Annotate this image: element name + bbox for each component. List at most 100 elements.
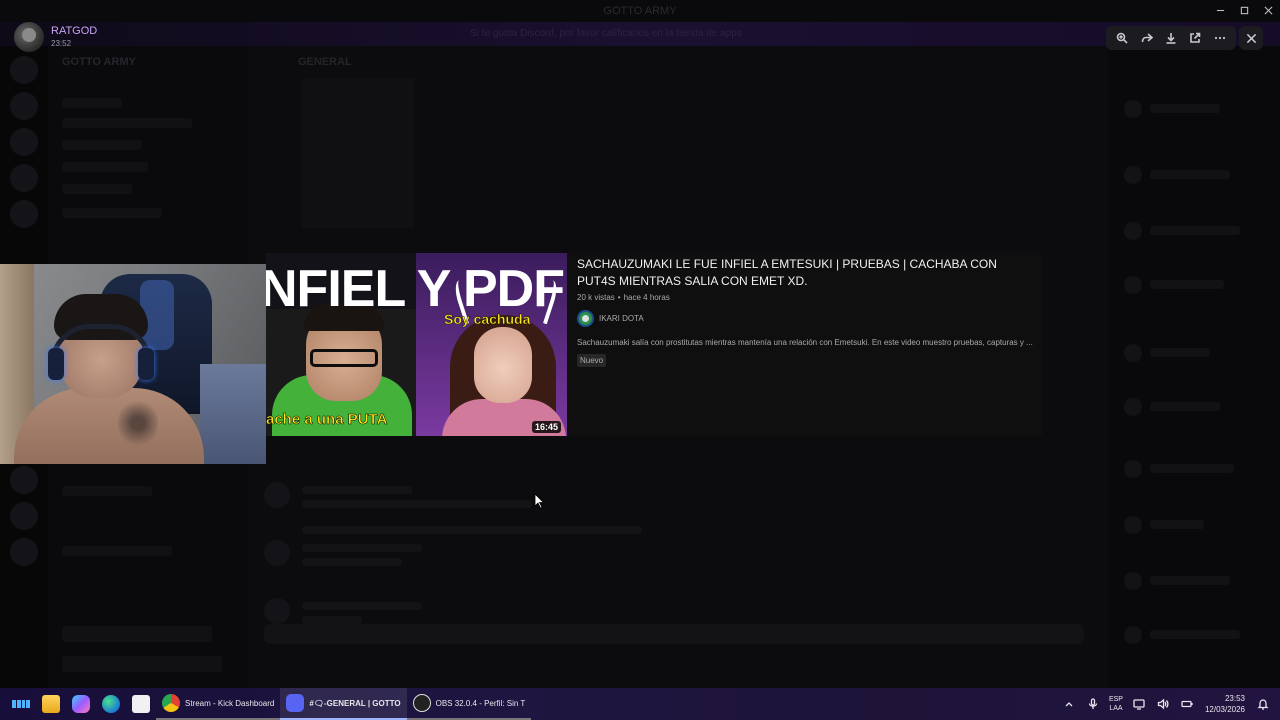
server-icon: [10, 466, 38, 494]
channel-row: [62, 162, 148, 172]
message-line: [302, 558, 402, 566]
download-button[interactable]: [1161, 28, 1181, 48]
clock-time: 23:53: [1224, 694, 1245, 703]
zoom-button[interactable]: [1112, 28, 1132, 48]
system-tray: ESP LAA 23:53 12/03/2026: [1057, 688, 1280, 720]
member-row: [1150, 576, 1230, 585]
server-icon: [10, 92, 38, 120]
chrome-icon: [162, 694, 180, 712]
battery-button[interactable]: [1178, 695, 1196, 713]
voice-panel: [62, 626, 212, 642]
taskbar-app-edge[interactable]: [96, 688, 126, 720]
server-icon: [10, 128, 38, 156]
member-row: [1150, 170, 1230, 179]
member-row: [1150, 520, 1204, 529]
channel-row: [62, 140, 142, 150]
tray-overflow-button[interactable]: [1060, 695, 1078, 713]
video-age: hace 4 horas: [623, 293, 670, 302]
channel-row: [62, 208, 162, 218]
store-icon: [132, 695, 150, 713]
video-title[interactable]: SACHAUZUMAKI LE FUE INFIEL A EMTESUKI | …: [577, 256, 1037, 290]
channel-name[interactable]: IKARI DOTA: [599, 314, 644, 323]
member-avatar: [1124, 222, 1142, 240]
thumbnail-caption-right: Soy cachuda: [444, 311, 531, 327]
video-thumbnail[interactable]: NFIEL Y PDF Soy cachuda ache a una PUTA …: [266, 253, 567, 436]
server-name: GOTTO ARMY: [62, 56, 136, 68]
microphone-icon: [1088, 698, 1098, 709]
maximize-button[interactable]: [1232, 0, 1256, 20]
member-avatar: [1124, 344, 1142, 362]
new-badge: Nuevo: [577, 354, 607, 367]
author-username[interactable]: RATGOD: [51, 25, 97, 38]
obs-icon: [412, 694, 431, 712]
message-input: [264, 624, 1084, 644]
open-external-icon: [1190, 32, 1201, 43]
speaker-icon: [1157, 698, 1169, 710]
message-line: [302, 486, 412, 494]
video-card[interactable]: NFIEL Y PDF Soy cachuda ache a una PUTA …: [266, 253, 1042, 436]
minimize-icon: [1216, 9, 1224, 11]
webcam-feed: [0, 264, 266, 464]
minimize-button[interactable]: [1208, 0, 1232, 20]
member-row: [1150, 464, 1234, 473]
forward-icon: [1141, 33, 1153, 43]
member-row: [1150, 280, 1224, 289]
message-line: [302, 526, 642, 534]
message-avatar: [264, 482, 290, 508]
open-external-button[interactable]: [1185, 28, 1205, 48]
battery-icon: [1181, 700, 1193, 708]
channel-avatar[interactable]: [577, 310, 594, 327]
taskbar-app-obs[interactable]: OBS 32.0.4 - Perfil: Sin T: [406, 688, 532, 720]
video-description: Sachauzumaki salía con prostitutas mient…: [577, 338, 1033, 347]
taskbar-app-discord[interactable]: #🗨-GENERAL | GOTTO: [280, 688, 407, 720]
zoom-in-icon: [1116, 32, 1128, 44]
thumbnail-headline: NFIEL Y PDF: [266, 260, 565, 318]
member-row: [1150, 104, 1220, 113]
video-views: 20 k vistas: [577, 293, 615, 302]
video-duration: 16:45: [531, 421, 561, 433]
more-options-button[interactable]: [1210, 28, 1230, 48]
member-avatar: [1124, 626, 1142, 644]
language-code: ESP: [1108, 696, 1123, 703]
taskbar-app-label: #🗨-GENERAL | GOTTO: [309, 698, 401, 708]
member-avatar: [1124, 572, 1142, 590]
close-icon: [1246, 33, 1256, 43]
discord-icon: [286, 694, 305, 712]
channel-row: [62, 546, 172, 556]
app-title: GOTTO ARMY: [603, 5, 677, 17]
member-row: [1150, 630, 1240, 639]
viewer-close-button[interactable]: [1239, 26, 1263, 50]
forward-button[interactable]: [1137, 28, 1157, 48]
microphone-button[interactable]: [1084, 695, 1102, 713]
window-close-button[interactable]: [1256, 0, 1280, 20]
network-icon: [1133, 699, 1145, 710]
taskbar-app-file-explorer[interactable]: [36, 688, 66, 720]
notifications-button[interactable]: [1254, 695, 1272, 713]
video-info: SACHAUZUMAKI LE FUE INFIEL A EMTESUKI | …: [577, 256, 1037, 368]
start-button[interactable]: [0, 688, 36, 720]
screen: GOTTO ARMY Si te gusta Discord, por favo…: [0, 0, 1280, 720]
server-icon: [10, 502, 38, 530]
taskbar-app-store[interactable]: [126, 688, 156, 720]
channel-row: [62, 486, 152, 496]
notice-bar: Si te gusta Discord, por favor calífican…: [0, 22, 1280, 46]
language-layout: LAA: [1109, 705, 1123, 712]
download-icon: [1166, 33, 1176, 44]
chat-image: [302, 78, 414, 228]
message-line: [302, 544, 422, 552]
member-avatar: [1124, 276, 1142, 294]
bell-icon: [1257, 699, 1269, 710]
clock[interactable]: 23:53 12/03/2026: [1205, 693, 1245, 715]
network-button[interactable]: [1130, 695, 1148, 713]
taskbar-app-chrome[interactable]: Stream - Kick Dashboard: [156, 688, 281, 720]
language-indicator[interactable]: ESP LAA: [1109, 695, 1123, 713]
video-channel[interactable]: IKARI DOTA: [577, 310, 1037, 327]
avatar[interactable]: [14, 22, 44, 52]
volume-button[interactable]: [1154, 695, 1172, 713]
windows-icon: [12, 695, 30, 713]
message-avatar: [264, 598, 290, 624]
member-row: [1150, 226, 1240, 235]
server-icon: [10, 538, 38, 566]
message-line: [302, 500, 532, 508]
taskbar-app-copilot[interactable]: [66, 688, 96, 720]
